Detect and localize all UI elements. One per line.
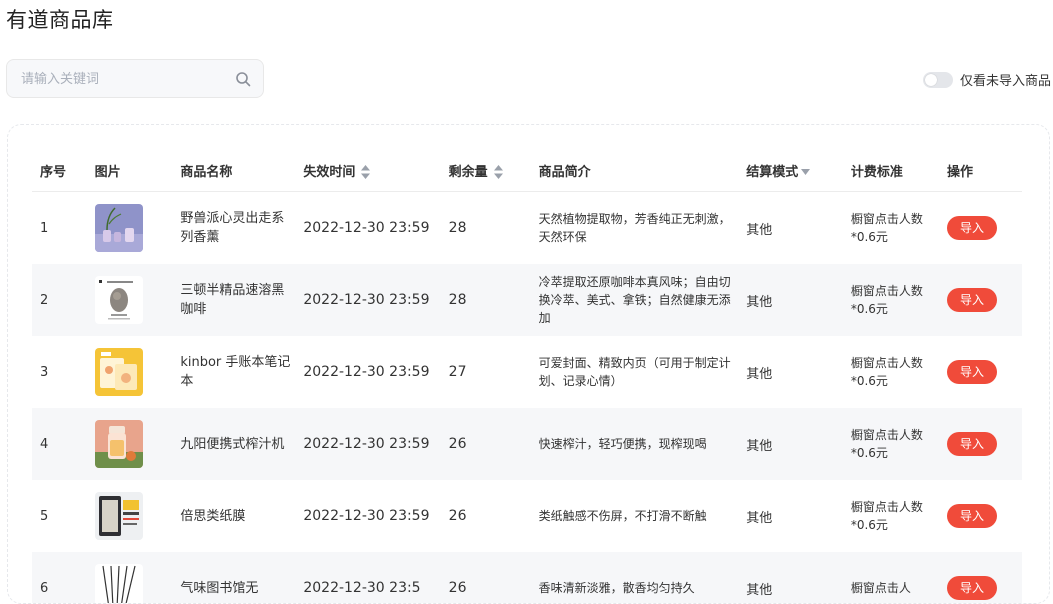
cell-name: 倍思类纸膜 [180,508,246,524]
cell-expire: 2022-12-30 23:59 [303,363,430,380]
cell-expire: 2022-12-30 23:59 [303,264,449,336]
cell-stock: 28 [448,220,467,236]
cell-seq: 2 [32,264,95,336]
cell-fee: 橱窗点击人数*0.6元 [850,408,948,480]
product-image [94,492,143,540]
header-expire[interactable]: 失效时间 [303,149,449,192]
cell-desc: 可爱封面、精致内页（可用于制定计划、记录心情） [538,356,731,388]
table-row: 4 九阳便携式榨汁机 2022-12-30 23:59 26 快速榨汁，轻巧便携… [32,408,1022,480]
cell-settle: 其他 [746,366,773,382]
cell-fee: 橱窗点击人数*0.6元 [850,264,948,336]
cell-fee: 橱窗点击人数*0.6元 [850,212,923,244]
cell-seq: 6 [32,552,95,603]
cell-fee: 橱窗点击人 [850,552,948,603]
cell-name: 野兽派心灵出走系列香薰 [180,211,285,245]
search-icon[interactable] [235,71,251,87]
cell-expire: 2022-12-30 23:5 [303,552,449,603]
cell-settle: 其他 [746,552,851,603]
cell-settle: 其他 [746,510,773,526]
header-desc: 商品简介 [538,149,747,192]
search-input[interactable] [19,60,233,99]
product-image [94,348,143,396]
cell-settle: 其他 [746,408,851,480]
cell-expire: 2022-12-30 23:59 [303,507,430,524]
sort-icon[interactable] [493,165,503,179]
cell-fee: 橱窗点击人数*0.6元 [850,500,923,532]
cell-stock: 26 [448,408,539,480]
import-button[interactable]: 导入 [947,432,998,456]
search-box [6,59,264,99]
header-fee: 计费标准 [850,149,948,192]
product-image [94,276,143,324]
cell-desc: 天然植物提取物，芳香纯正无刺激，天然环保 [538,212,731,244]
header-stock-label: 剩余量 [448,164,488,180]
cell-stock: 27 [448,364,467,380]
header-settle-label: 结算模式 [746,164,799,180]
cell-name: 九阳便携式榨汁机 [180,408,304,480]
product-table-card: 序号 图片 商品名称 失效时间 剩余量 商品简介 结算模式 计费标准 操作 1 … [7,124,1050,604]
cell-seq: 5 [40,508,49,524]
header-seq: 序号 [32,149,95,192]
import-button[interactable]: 导入 [947,576,998,600]
cell-expire: 2022-12-30 23:59 [303,408,449,480]
import-button[interactable]: 导入 [947,360,998,384]
cell-seq: 4 [32,408,95,480]
cell-settle: 其他 [746,222,773,238]
cell-fee: 橱窗点击人数*0.6元 [850,356,923,388]
table-row: 3 kinbor 手账本笔记本 2022-12-30 23:59 27 可爱封面… [32,336,1022,408]
table-row: 5 倍思类纸膜 2022-12-30 23:59 26 类纸触感不伤屏，不打滑不… [32,480,1022,552]
cell-stock: 26 [448,508,467,524]
product-image [94,204,143,252]
cell-settle: 其他 [746,264,851,336]
filter-caret-icon[interactable] [801,168,811,176]
header-stock[interactable]: 剩余量 [448,149,539,192]
page-title: 有道商品库 [6,8,114,32]
import-button[interactable]: 导入 [947,288,998,312]
header-op: 操作 [947,149,1022,192]
header-name: 商品名称 [180,149,304,192]
product-image [94,420,143,468]
unimported-toggle-label: 仅看未导入商品 [959,74,1051,89]
cell-stock: 28 [448,264,539,336]
import-button[interactable]: 导入 [947,216,998,240]
unimported-filter: 仅看未导入商品 [922,70,1051,89]
import-button[interactable]: 导入 [947,504,998,528]
product-image [94,564,143,603]
product-table: 序号 图片 商品名称 失效时间 剩余量 商品简介 结算模式 计费标准 操作 1 … [32,149,1022,603]
cell-desc: 快速榨汁，轻巧便携，现榨现喝 [538,408,747,480]
table-row: 6 气味图书馆无 2022-12-30 23:5 26 香味清新淡雅，散香均匀持… [32,552,1022,603]
cell-name: 气味图书馆无 [180,552,304,603]
cell-expire: 2022-12-30 23:59 [303,219,430,236]
cell-name: 三顿半精品速溶黑咖啡 [180,264,304,336]
cell-desc: 香味清新淡雅，散香均匀持久 [538,552,747,603]
header-expire-label: 失效时间 [303,164,356,180]
cell-seq: 1 [40,220,49,236]
cell-name: kinbor 手账本笔记本 [180,355,291,389]
header-image: 图片 [94,149,181,192]
cell-desc: 类纸触感不伤屏，不打滑不断触 [538,509,707,523]
table-row: 1 野兽派心灵出走系列香薰 2022-12-30 23:59 28 天然植物提取… [32,192,1022,265]
header-settle[interactable]: 结算模式 [746,149,851,192]
unimported-toggle[interactable] [922,71,953,88]
cell-desc: 冷萃提取还原咖啡本真风味；自由切换冷萃、美式、拿铁；自然健康无添加 [538,264,747,336]
cell-seq: 3 [40,364,49,380]
table-header-row: 序号 图片 商品名称 失效时间 剩余量 商品简介 结算模式 计费标准 操作 [32,149,1022,192]
table-row: 2 三顿半精品速溶黑咖啡 2022-12-30 23:59 28 冷萃提取还原咖… [32,264,1022,336]
sort-icon[interactable] [361,165,371,179]
cell-stock: 26 [448,552,539,603]
toggle-knob [924,73,937,86]
